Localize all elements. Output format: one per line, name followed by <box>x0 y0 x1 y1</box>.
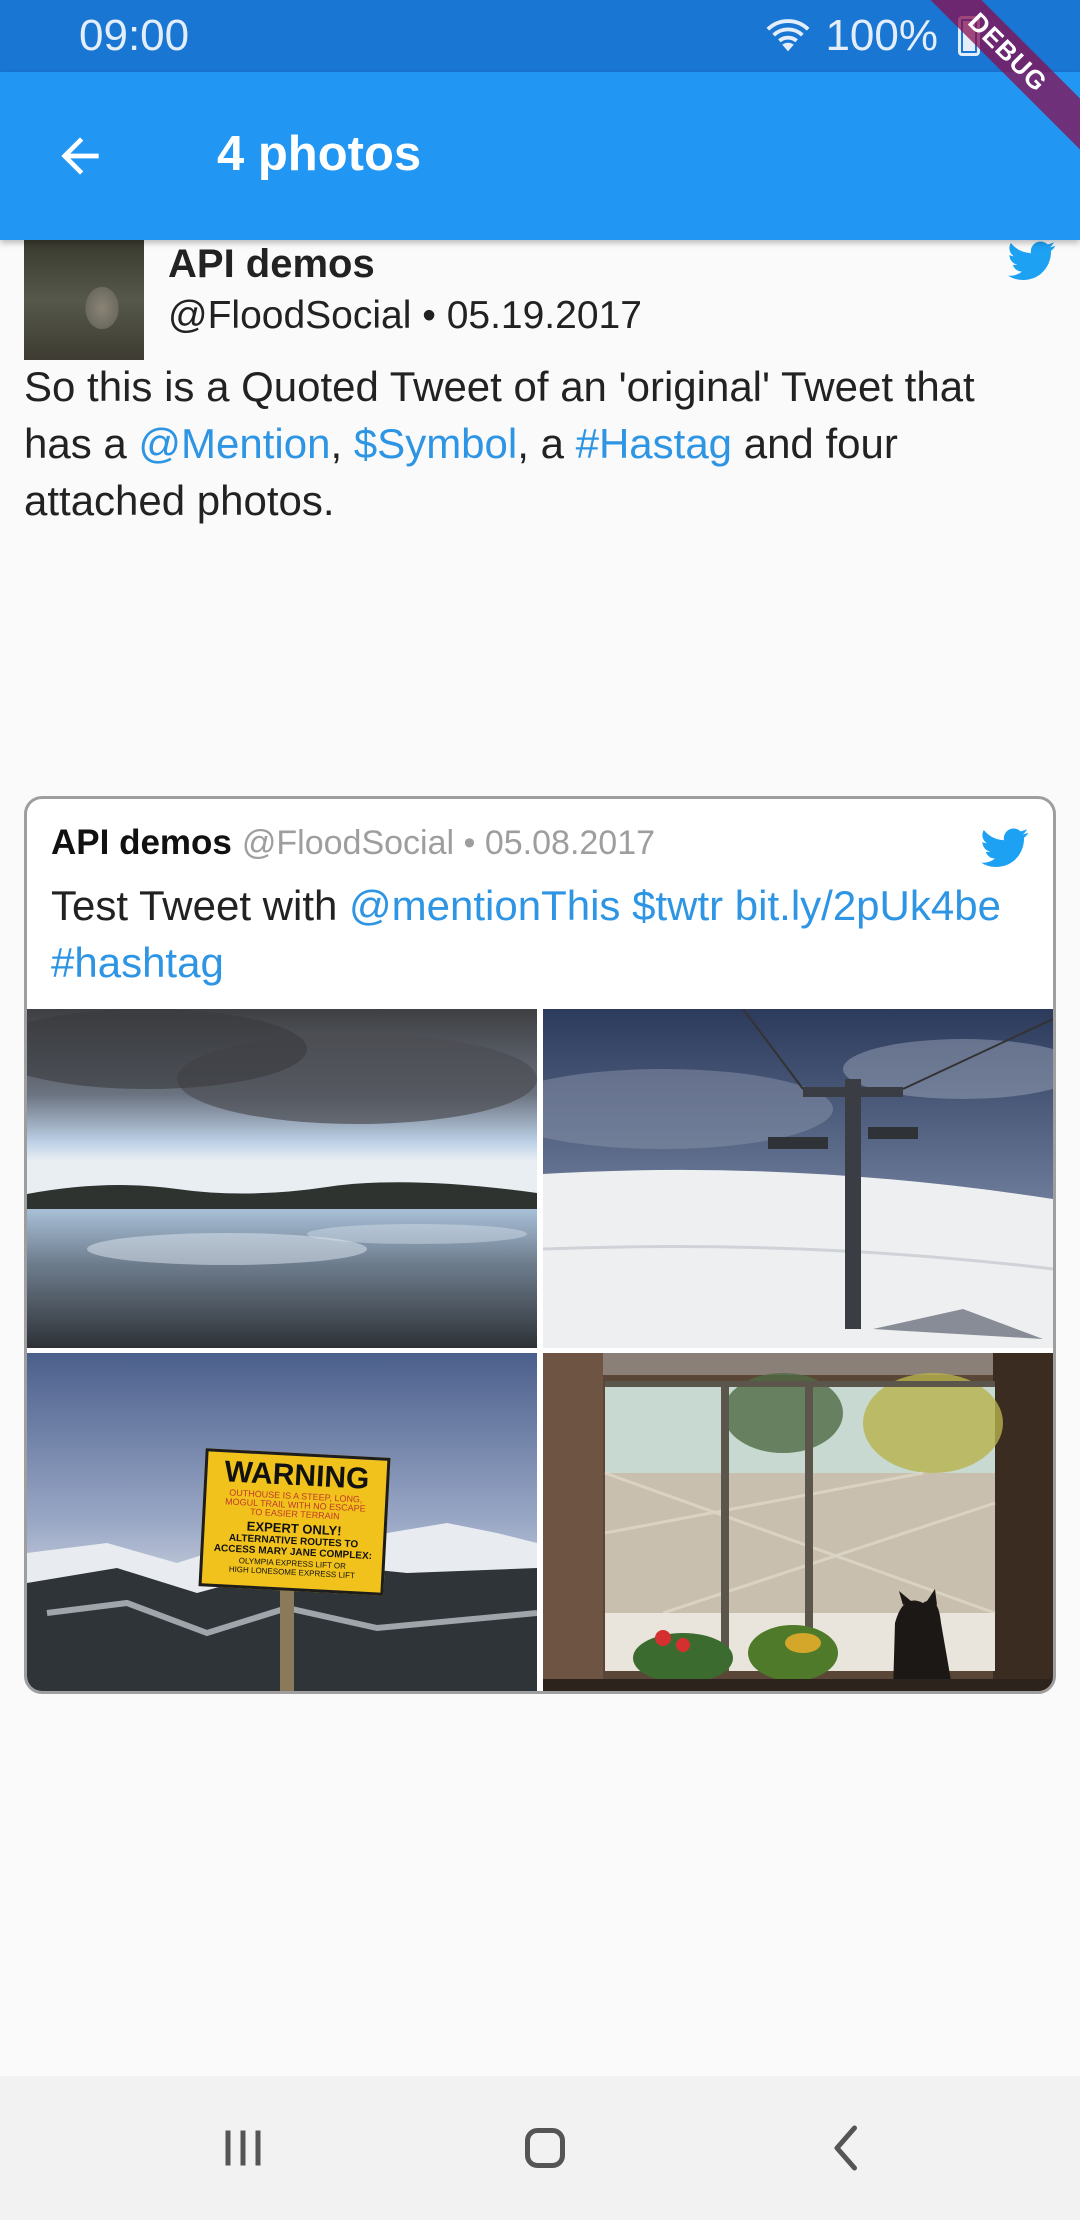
author-handle[interactable]: @FloodSocial <box>168 294 411 337</box>
back-button[interactable] <box>40 116 120 196</box>
mention-link[interactable]: @Mention <box>138 420 330 467</box>
tweet-text-part: , <box>330 420 354 467</box>
symbol-link[interactable]: $Symbol <box>354 420 517 467</box>
nav-back-icon <box>834 2125 857 2171</box>
page-title: 4 photos <box>217 127 422 181</box>
meta-separator: • <box>411 294 447 337</box>
quoted-handle[interactable]: @FloodSocial <box>242 824 454 862</box>
quoted-separator: • <box>454 824 485 862</box>
quoted-tweet[interactable]: API demos @FloodSocial • 05.08.2017 Test … <box>24 796 1056 1694</box>
tweet-text: So this is a Quoted Tweet of an 'origina… <box>24 358 1054 529</box>
twitter-logo-icon[interactable] <box>1008 240 1056 282</box>
lake-photo[interactable] <box>27 1009 537 1348</box>
hashtag-link[interactable]: #Hastag <box>576 420 732 467</box>
recents-button[interactable] <box>198 2112 288 2184</box>
arrow-back-icon <box>61 137 99 175</box>
recents-icon <box>225 2130 261 2166</box>
symbol-link[interactable]: $twtr <box>632 882 723 929</box>
warning-sign-photo[interactable]: WARNING OUTHOUSE IS A STEEP, LONG, MOGUL… <box>27 1353 537 1691</box>
mention-link[interactable]: @mentionThis <box>349 882 620 929</box>
quoted-text-part <box>620 882 632 929</box>
author-name[interactable]: API demos <box>168 240 375 288</box>
window-cat-photo[interactable] <box>543 1353 1053 1691</box>
quoted-text-part <box>723 882 735 929</box>
avatar[interactable] <box>24 240 144 360</box>
photo-grid: WARNING OUTHOUSE IS A STEEP, LONG, MOGUL… <box>27 1009 1053 1691</box>
status-bar: 09:00 100% <box>0 0 1080 72</box>
twitter-logo-icon[interactable] <box>981 827 1029 869</box>
ski-lift-photo[interactable] <box>543 1009 1053 1348</box>
tweet-date: 05.19.2017 <box>446 294 642 337</box>
tweet-text-part: , a <box>517 420 576 467</box>
warning-sign: WARNING OUTHOUSE IS A STEEP, LONG, MOGUL… <box>198 1448 391 1596</box>
quoted-meta: @FloodSocial • 05.08.2017 <box>242 824 655 862</box>
url-link[interactable]: bit.ly/2pUk4be <box>735 882 1001 929</box>
wifi-icon <box>766 19 810 52</box>
hashtag-link[interactable]: #hashtag <box>51 939 224 986</box>
author-meta: @FloodSocial • 05.19.2017 <box>168 292 642 340</box>
status-time: 09:00 <box>79 11 190 60</box>
quoted-text-part: Test Tweet with <box>51 882 350 929</box>
quoted-date: 05.08.2017 <box>484 824 656 862</box>
home-button[interactable] <box>500 2112 590 2184</box>
battery-percent: 100% <box>825 11 938 60</box>
app-bar: 4 photos <box>0 72 1080 240</box>
nav-back-button[interactable] <box>802 2112 892 2184</box>
home-icon <box>525 2128 565 2168</box>
quoted-author-name[interactable]: API demos <box>51 823 232 862</box>
quoted-tweet-header: API demos @FloodSocial • 05.08.2017 <box>51 821 655 872</box>
system-nav-bar <box>0 2076 1080 2220</box>
quoted-tweet-text: Test Tweet with @mentionThis $twtr bit.l… <box>51 877 1031 991</box>
